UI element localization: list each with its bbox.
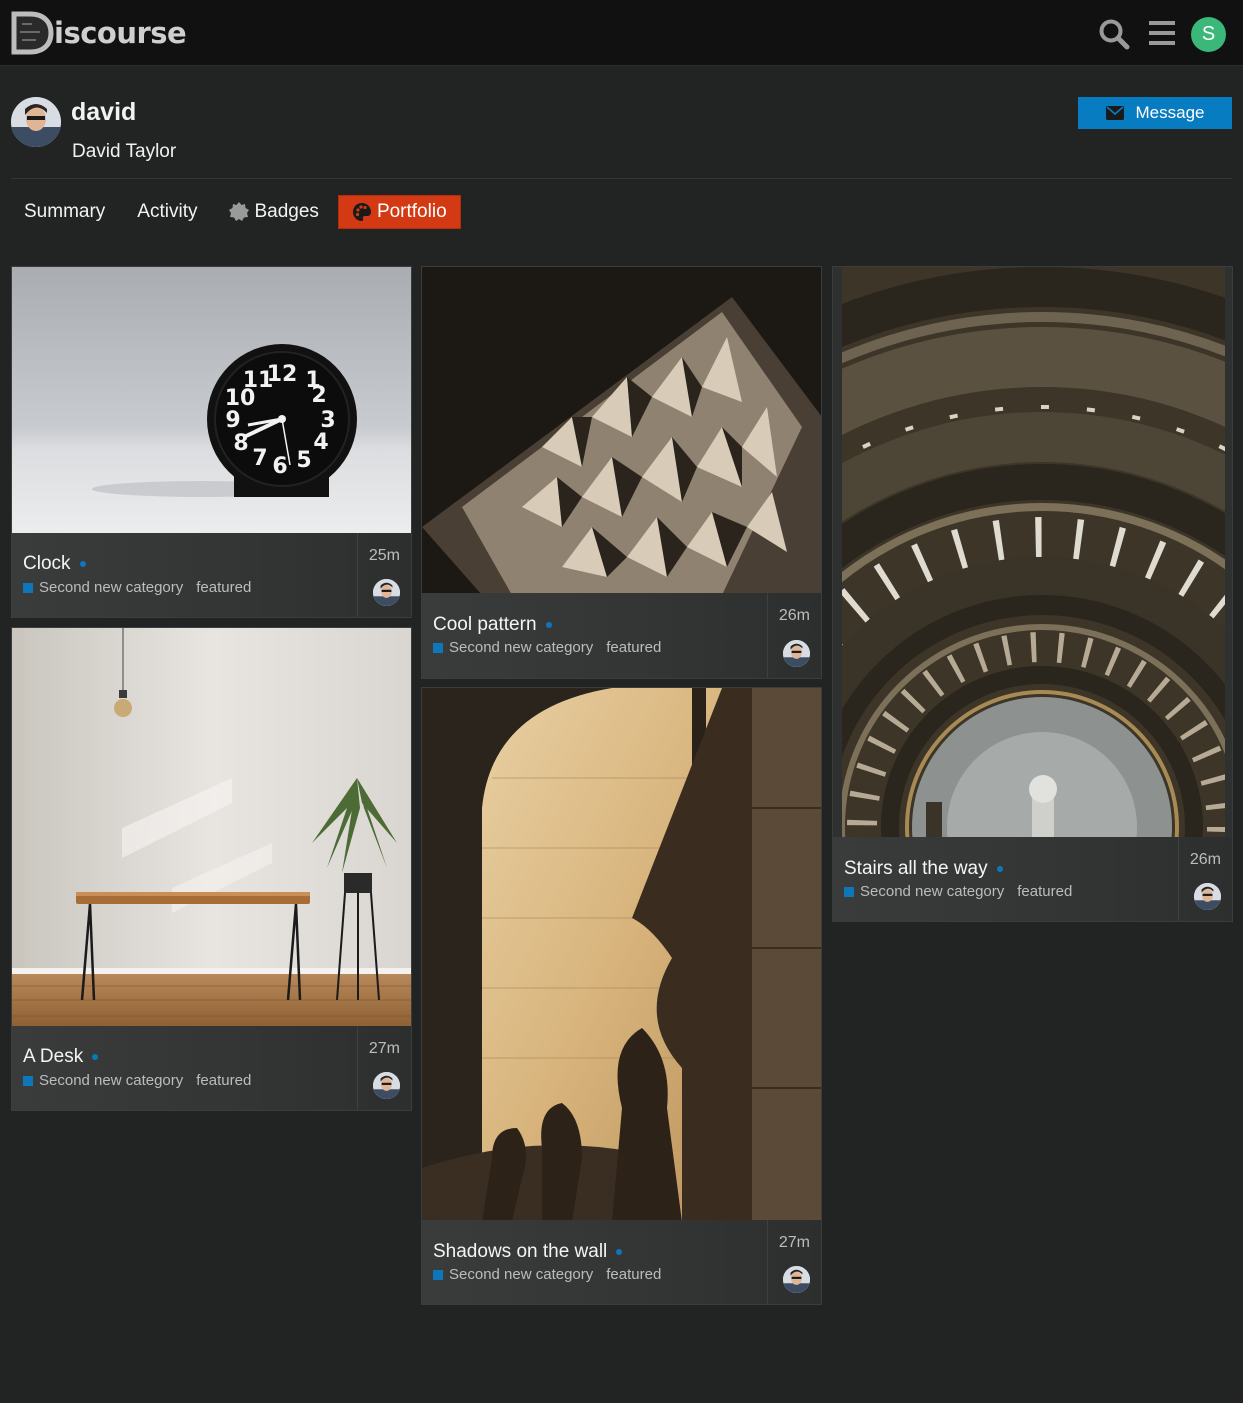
category-badge-icon — [844, 886, 854, 897]
topic-category-line: Second new category featured — [433, 639, 661, 656]
topic-age: 26m — [1189, 851, 1221, 868]
topic-category-line: Second new category featured — [23, 579, 251, 596]
topic-card-meta: A Desk Second new category featured 27m — [12, 1026, 411, 1110]
tag-link[interactable]: featured — [196, 1072, 251, 1089]
search-icon[interactable] — [1098, 18, 1130, 55]
tab-badges[interactable]: Badges — [216, 195, 331, 229]
spiral-staircase-photo — [842, 267, 1225, 839]
svg-text:6: 6 — [272, 454, 287, 479]
topic-title-text: Clock — [23, 553, 71, 574]
svg-text:5: 5 — [296, 448, 311, 473]
message-button[interactable]: Message — [1078, 97, 1232, 129]
category-link[interactable]: Second new category — [449, 639, 593, 656]
tab-badges-label: Badges — [254, 201, 319, 222]
topic-category-line: Second new category featured — [433, 1266, 661, 1283]
profile-full-name: David Taylor — [72, 141, 177, 162]
topic-card-meta: Stairs all the way Second new category f… — [833, 837, 1232, 921]
topic-card-meta: Shadows on the wall Second new category … — [422, 1220, 821, 1304]
tab-portfolio[interactable]: Portfolio — [337, 195, 461, 229]
svg-text:11: 11 — [243, 368, 274, 393]
category-badge-icon — [433, 642, 443, 653]
tab-summary[interactable]: Summary — [11, 195, 118, 229]
poster-avatar[interactable] — [1194, 883, 1221, 910]
user-avatar[interactable] — [11, 97, 61, 147]
category-link[interactable]: Second new category — [860, 883, 1004, 900]
unread-dot-icon — [79, 560, 86, 567]
topic-title-text: Cool pattern — [433, 614, 537, 635]
topic-title-text: Stairs all the way — [844, 858, 988, 879]
topic-card-side: 26m — [1178, 837, 1232, 921]
unread-dot-icon — [92, 1053, 99, 1060]
message-button-label: Message — [1135, 103, 1205, 122]
topic-card-side: 26m — [767, 593, 821, 678]
logo-wordmark: iscourse — [54, 15, 187, 50]
poster-avatar[interactable] — [373, 1072, 400, 1099]
discourse-logo-mark-icon — [11, 11, 54, 55]
topic-card-cool-pattern[interactable]: Cool pattern Second new category feature… — [421, 266, 822, 679]
unread-dot-icon — [616, 1248, 623, 1255]
topic-title[interactable]: A Desk — [23, 1046, 99, 1068]
poster-avatar[interactable] — [373, 579, 400, 606]
topic-age: 25m — [368, 547, 400, 564]
profile-username: david — [71, 98, 137, 126]
unread-dot-icon — [996, 865, 1003, 872]
alarm-clock-photo: 12 1 2 3 4 5 6 7 8 9 10 11 — [12, 267, 411, 535]
hamburger-menu-icon[interactable] — [1148, 18, 1176, 53]
topic-card-stairs-all-the-way[interactable]: Stairs all the way Second new category f… — [832, 266, 1233, 922]
topic-title-text: Shadows on the wall — [433, 1241, 608, 1262]
topic-title-text: A Desk — [23, 1046, 84, 1067]
topic-age: 26m — [778, 607, 810, 624]
tab-activity-label: Activity — [137, 201, 198, 222]
site-header: iscourse S — [0, 0, 1243, 66]
topic-card-side: 27m — [767, 1220, 821, 1304]
topic-card-shadows-on-the-wall[interactable]: Shadows on the wall Second new category … — [421, 687, 822, 1305]
topic-category-line: Second new category featured — [23, 1072, 251, 1089]
topic-card-side: 27m — [357, 1026, 411, 1110]
tab-activity[interactable]: Activity — [124, 195, 210, 229]
profile-divider — [11, 178, 1232, 179]
poster-avatar[interactable] — [783, 1266, 810, 1293]
category-link[interactable]: Second new category — [39, 1072, 183, 1089]
topic-card-clock[interactable]: 12 1 2 3 4 5 6 7 8 9 10 11 Clock Second … — [11, 266, 412, 618]
category-badge-icon — [433, 1269, 443, 1280]
geometric-wall-pattern-photo — [422, 267, 821, 595]
category-badge-icon — [23, 1075, 33, 1086]
badge-certificate-icon — [229, 202, 250, 221]
envelope-icon — [1105, 106, 1124, 120]
topic-age: 27m — [778, 1234, 810, 1251]
category-link[interactable]: Second new category — [449, 1266, 593, 1283]
svg-text:9: 9 — [225, 408, 240, 433]
topic-card-side: 25m — [357, 533, 411, 617]
topic-title[interactable]: Clock — [23, 553, 86, 575]
category-badge-icon — [23, 582, 33, 593]
current-user-avatar[interactable]: S — [1191, 17, 1226, 52]
topic-title[interactable]: Shadows on the wall — [433, 1241, 623, 1263]
svg-text:7: 7 — [252, 446, 267, 471]
tag-link[interactable]: featured — [196, 579, 251, 596]
tag-link[interactable]: featured — [1017, 883, 1072, 900]
palette-icon — [352, 203, 371, 221]
topic-card-a-desk[interactable]: A Desk Second new category featured 27m — [11, 627, 412, 1111]
svg-text:2: 2 — [311, 383, 326, 408]
user-profile-nav: Summary Activity Badges Portfolio — [11, 195, 467, 229]
topic-card-meta: Clock Second new category featured 25m — [12, 533, 411, 617]
tab-portfolio-label: Portfolio — [376, 201, 447, 222]
wooden-desk-photo — [12, 628, 411, 1028]
wall-shadows-photo — [422, 688, 821, 1222]
svg-text:4: 4 — [313, 430, 328, 455]
topic-category-line: Second new category featured — [844, 883, 1072, 900]
topic-card-meta: Cool pattern Second new category feature… — [422, 593, 821, 678]
topic-age: 27m — [368, 1040, 400, 1057]
poster-avatar[interactable] — [783, 640, 810, 667]
unread-dot-icon — [545, 621, 552, 628]
topic-title[interactable]: Cool pattern — [433, 614, 552, 636]
topic-title[interactable]: Stairs all the way — [844, 858, 1003, 880]
category-link[interactable]: Second new category — [39, 579, 183, 596]
tab-summary-label: Summary — [24, 201, 106, 222]
tag-link[interactable]: featured — [606, 639, 661, 656]
tag-link[interactable]: featured — [606, 1266, 661, 1283]
discourse-logo[interactable]: iscourse — [10, 10, 187, 56]
